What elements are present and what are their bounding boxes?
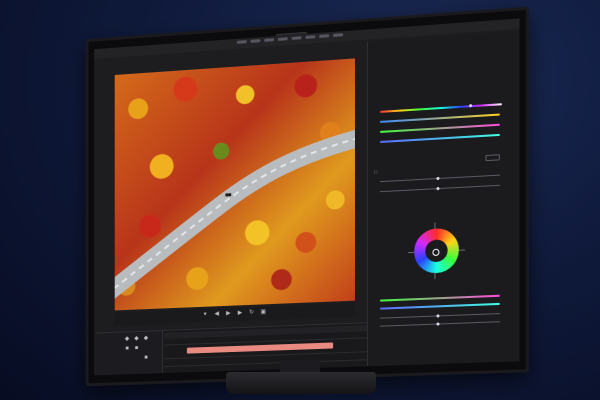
workspace-tab[interactable]	[277, 37, 288, 41]
linked-icon[interactable]: ◆	[134, 336, 140, 342]
monitor-stand-base	[226, 372, 376, 394]
contrast-knob[interactable]	[436, 186, 440, 191]
track-mute-icon[interactable]: ■	[143, 355, 149, 361]
tint-slider[interactable]	[379, 123, 500, 133]
saturation-slider[interactable]	[379, 133, 500, 143]
hsl-light-knob[interactable]	[436, 314, 440, 318]
car-icon	[225, 193, 232, 197]
track-eye-icon[interactable]: ■	[134, 346, 140, 352]
hsl-sat-slider[interactable]	[379, 302, 500, 310]
marker-icon[interactable]: ▾	[202, 312, 208, 318]
workspace-tab[interactable]	[237, 40, 247, 44]
marker-add-icon[interactable]: ◆	[143, 335, 149, 341]
lumetri-color-panel: ☐	[366, 30, 519, 371]
reset-button[interactable]	[485, 154, 500, 162]
timeline-panel: ◆ ◆ ◆ ■ ■ ■	[95, 321, 387, 376]
workspace-tab[interactable]	[305, 35, 316, 39]
hsl-light-slider[interactable]	[379, 313, 500, 319]
editor-screen: ▾ ◀ ▶ ▶ ↻ ▣ ◆ ◆ ◆ ■ ■ ■ ☐	[94, 18, 520, 376]
workspace-tab[interactable]	[250, 39, 261, 43]
export-frame-icon[interactable]: ▣	[260, 309, 266, 315]
workspace-tab[interactable]	[333, 33, 344, 37]
video-clip[interactable]	[186, 342, 334, 354]
exposure-slider[interactable]	[379, 174, 500, 183]
workspace-tab[interactable]	[319, 34, 330, 38]
checkbox-label: ☐	[373, 169, 378, 175]
hsl-hue-slider[interactable]	[379, 294, 500, 302]
workspace-tab[interactable]	[291, 36, 302, 40]
exposure-knob[interactable]	[436, 176, 440, 181]
monitor-bezel: ▾ ◀ ▶ ▶ ↻ ▣ ◆ ◆ ◆ ■ ■ ■ ☐	[85, 6, 529, 387]
timeline-ruler[interactable]	[163, 324, 385, 339]
hsl-denoise-slider[interactable]	[379, 321, 500, 327]
loop-icon[interactable]: ↻	[249, 310, 255, 316]
step-back-icon[interactable]: ◀	[214, 311, 220, 317]
step-forward-icon[interactable]: ▶	[237, 310, 243, 316]
timeline-track-headers: ◆ ◆ ◆ ■ ■ ■	[95, 330, 164, 376]
hue-gradient-bar[interactable]	[379, 103, 502, 113]
road-overlay	[115, 58, 355, 310]
temperature-slider[interactable]	[379, 113, 500, 123]
program-monitor[interactable]	[114, 58, 355, 311]
contrast-slider[interactable]	[379, 184, 500, 193]
track-lock-icon[interactable]: ■	[124, 346, 130, 352]
workspace-tab[interactable]	[264, 38, 275, 42]
play-icon[interactable]: ▶	[225, 311, 231, 317]
hsl-denoise-knob[interactable]	[436, 322, 440, 326]
snap-icon[interactable]: ◆	[124, 336, 130, 342]
track-divider	[163, 358, 385, 368]
